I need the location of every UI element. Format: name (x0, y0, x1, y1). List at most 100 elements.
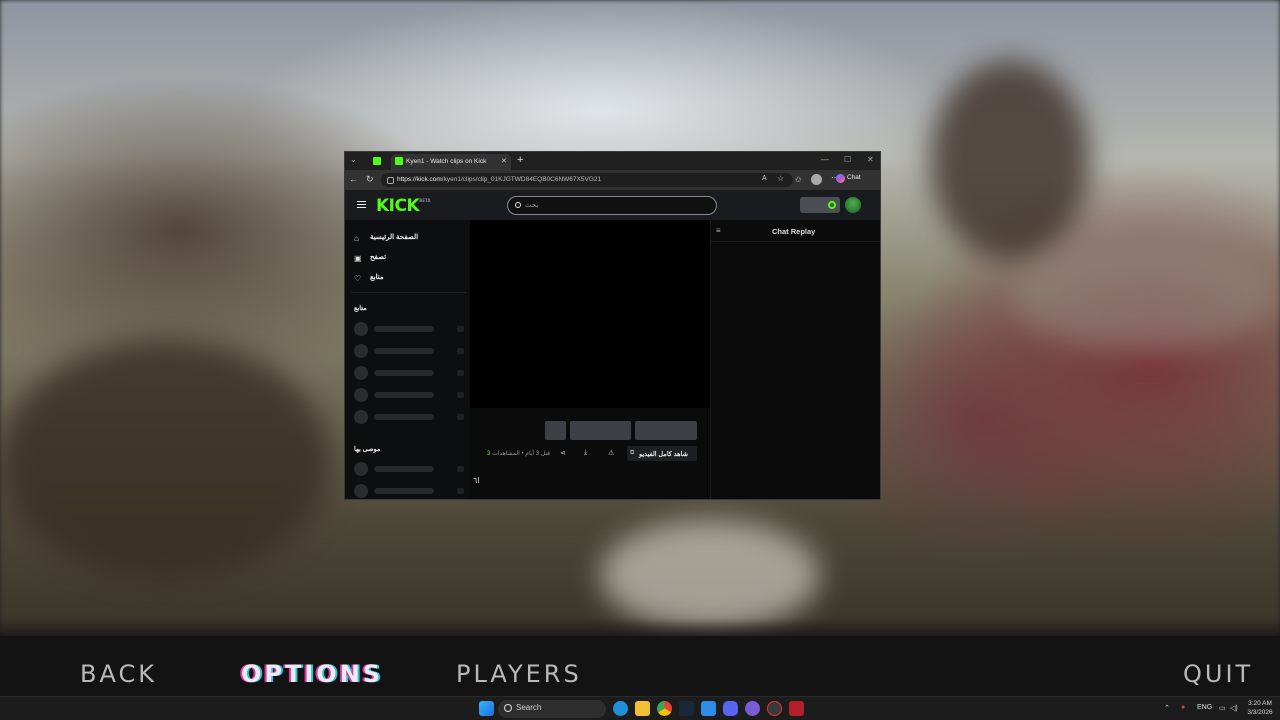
collapse-chat-icon[interactable]: ≡ (716, 226, 721, 235)
edge-icon[interactable] (613, 701, 628, 716)
search-icon (504, 704, 512, 712)
start-icon[interactable] (479, 701, 494, 716)
report-icon[interactable]: ⚠ (608, 449, 614, 457)
read-aloud-icon[interactable]: A (762, 175, 767, 182)
sidebar: ⌂ الصفحة الرئيسية ▣ تصفح ♡ متابع متابع م… (345, 220, 469, 499)
watch-full-video-button[interactable]: ⧉ شاهد كامل الفيديو (627, 446, 697, 461)
skeleton-badge (457, 392, 464, 398)
skeleton-avatar (354, 388, 368, 402)
sidebar-item-following[interactable]: ♡ متابع (354, 272, 464, 286)
app-icon[interactable] (745, 701, 760, 716)
file-explorer-icon[interactable] (635, 701, 650, 716)
windows-taskbar: Search ⌃ ● ENG ▭ ◁) 3:20 AM 3/3/2026 (0, 696, 1280, 720)
menu-back[interactable]: BACK (80, 660, 157, 688)
kick-header: KICKBETA بحث (345, 190, 880, 220)
sidebar-item-home[interactable]: ⌂ الصفحة الرئيسية (354, 232, 464, 246)
store-icon[interactable] (701, 701, 716, 716)
list-item[interactable] (354, 388, 466, 402)
skeleton-bar (374, 348, 434, 354)
clock-date: 3/3/2026 (1247, 709, 1273, 716)
search-icon (515, 202, 521, 208)
star-icon[interactable]: ☆ (777, 174, 784, 183)
skeleton-avatar (354, 344, 368, 358)
search-input[interactable]: بحث (507, 196, 717, 215)
list-item[interactable] (354, 322, 466, 336)
copilot-button[interactable]: Chat (836, 174, 861, 183)
game-icon[interactable] (767, 701, 782, 716)
profile-avatar[interactable] (811, 174, 822, 185)
sidebar-item-label: الصفحة الرئيسية (370, 234, 419, 241)
tab-kick-clip[interactable]: Kyen1 - Watch clips on Kick ✕ (391, 154, 511, 170)
chrome-icon[interactable] (657, 701, 672, 716)
kick-favicon-icon[interactable] (373, 157, 381, 165)
kick-logo[interactable]: KICKBETA (376, 196, 430, 216)
kick-logo-text: KICK (376, 196, 420, 216)
clock-time: 3:20 AM (1248, 700, 1272, 707)
mic-icon[interactable]: ● (1181, 704, 1185, 711)
kick-page: KICKBETA بحث ⌂ الصفحة الرئيسية ▣ تصفح ♡ … (345, 190, 880, 499)
following-heading: متابع (354, 305, 367, 312)
list-item[interactable] (354, 366, 466, 380)
skeleton-badge (457, 414, 464, 420)
menu-quit[interactable]: QUIT (1183, 660, 1253, 688)
app-red-icon[interactable] (789, 701, 804, 716)
game-menu-bar (0, 636, 1280, 696)
desktop-screen: BACK OPTIONS PLAYERS QUIT ⌄ Kyen1 - Watc… (0, 0, 1280, 720)
maximize-icon[interactable]: ☐ (844, 155, 851, 164)
copilot-icon (836, 174, 845, 183)
skeleton-avatar (354, 484, 368, 498)
sidebar-item-browse[interactable]: ▣ تصفح (354, 252, 464, 266)
list-item[interactable] (354, 484, 466, 498)
list-item[interactable] (354, 410, 466, 424)
close-icon[interactable]: ✕ (501, 157, 507, 165)
refresh-icon[interactable]: ↻ (366, 174, 374, 185)
clock[interactable]: 3:20 AM 3/3/2026 (1240, 699, 1280, 717)
skeleton-bar (374, 392, 434, 398)
steam-icon[interactable] (679, 701, 694, 716)
copilot-label: Chat (847, 174, 861, 181)
skeleton-bar (374, 370, 434, 376)
video-player[interactable] (470, 220, 710, 408)
list-item[interactable] (354, 344, 466, 358)
discord-icon[interactable] (723, 701, 738, 716)
site-info-icon[interactable] (387, 176, 394, 184)
menu-players[interactable]: PLAYERS (456, 660, 582, 688)
views-text: قبل 3 أيام • المشاهدات (492, 451, 551, 457)
close-window-icon[interactable]: ✕ (867, 155, 874, 164)
menu-options[interactable]: OPTIONS (241, 660, 383, 688)
skeleton-button (570, 421, 631, 440)
favorites-icon[interactable]: ✩ (795, 175, 802, 184)
skeleton-avatar (354, 366, 368, 380)
back-arrow-icon[interactable]: ← (349, 174, 358, 184)
new-tab-icon[interactable]: + (517, 154, 523, 166)
tab-list-icon[interactable]: ⌄ (350, 155, 357, 164)
address-bar[interactable]: https://kick.com/kyen1/clips/clip_01KJGT… (381, 173, 793, 187)
skeleton-badge (457, 326, 464, 332)
chevron-up-icon[interactable]: ⌃ (1164, 704, 1170, 712)
download-icon[interactable]: ⤓ (584, 449, 587, 457)
kick-logo-badge: BETA (419, 198, 431, 203)
menu-icon[interactable] (357, 201, 366, 208)
monitor-icon[interactable]: ▭ (1219, 704, 1226, 712)
skeleton-avatar (354, 462, 368, 476)
taskbar-search[interactable]: Search (498, 700, 606, 718)
status-ring-icon (828, 201, 836, 209)
share-icon[interactable]: ⋖ (560, 449, 566, 457)
skeleton-badge (457, 466, 464, 472)
list-item[interactable] (354, 462, 466, 476)
browser-window: ⌄ Kyen1 - Watch clips on Kick ✕ + — ☐ ✕ … (344, 151, 881, 500)
volume-icon[interactable]: ◁) (1230, 704, 1238, 712)
language-indicator[interactable]: ENG (1197, 704, 1212, 711)
header-action-button[interactable] (800, 197, 840, 213)
skeleton-bar (374, 326, 434, 332)
avatar[interactable] (845, 197, 861, 213)
tab-strip: ⌄ Kyen1 - Watch clips on Kick ✕ + — ☐ ✕ (345, 152, 880, 170)
minimize-icon[interactable]: — (821, 155, 829, 164)
kick-favicon-icon (395, 157, 403, 165)
url-host: https://kick.com (397, 175, 442, 183)
recommended-heading: موصى بها (354, 446, 381, 453)
skeleton-badge (457, 488, 464, 494)
bg-shape-ground (0, 340, 330, 580)
browse-icon: ▣ (354, 254, 362, 263)
bg-shape-post (930, 60, 1090, 260)
